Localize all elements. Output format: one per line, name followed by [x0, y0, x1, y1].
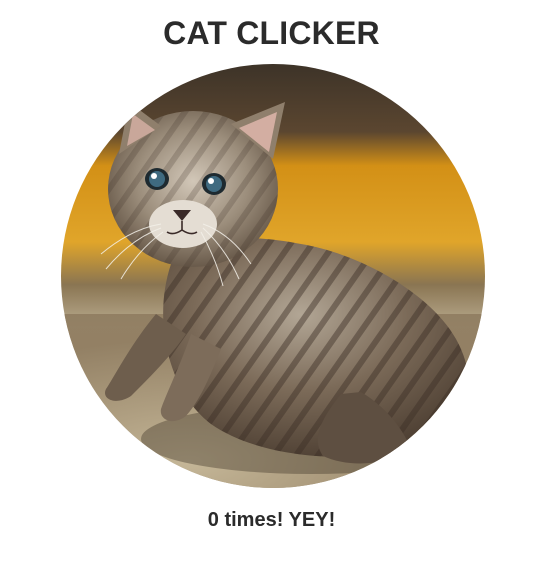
cat-clicker-page: CAT CLICKER 0 times! YEY! — [0, 0, 543, 565]
click-counter: 0 times! YEY! — [207, 509, 336, 531]
kitten-photo — [61, 64, 485, 488]
cat-image-button[interactable] — [61, 64, 485, 488]
page-title: CAT CLICKER — [163, 15, 380, 51]
